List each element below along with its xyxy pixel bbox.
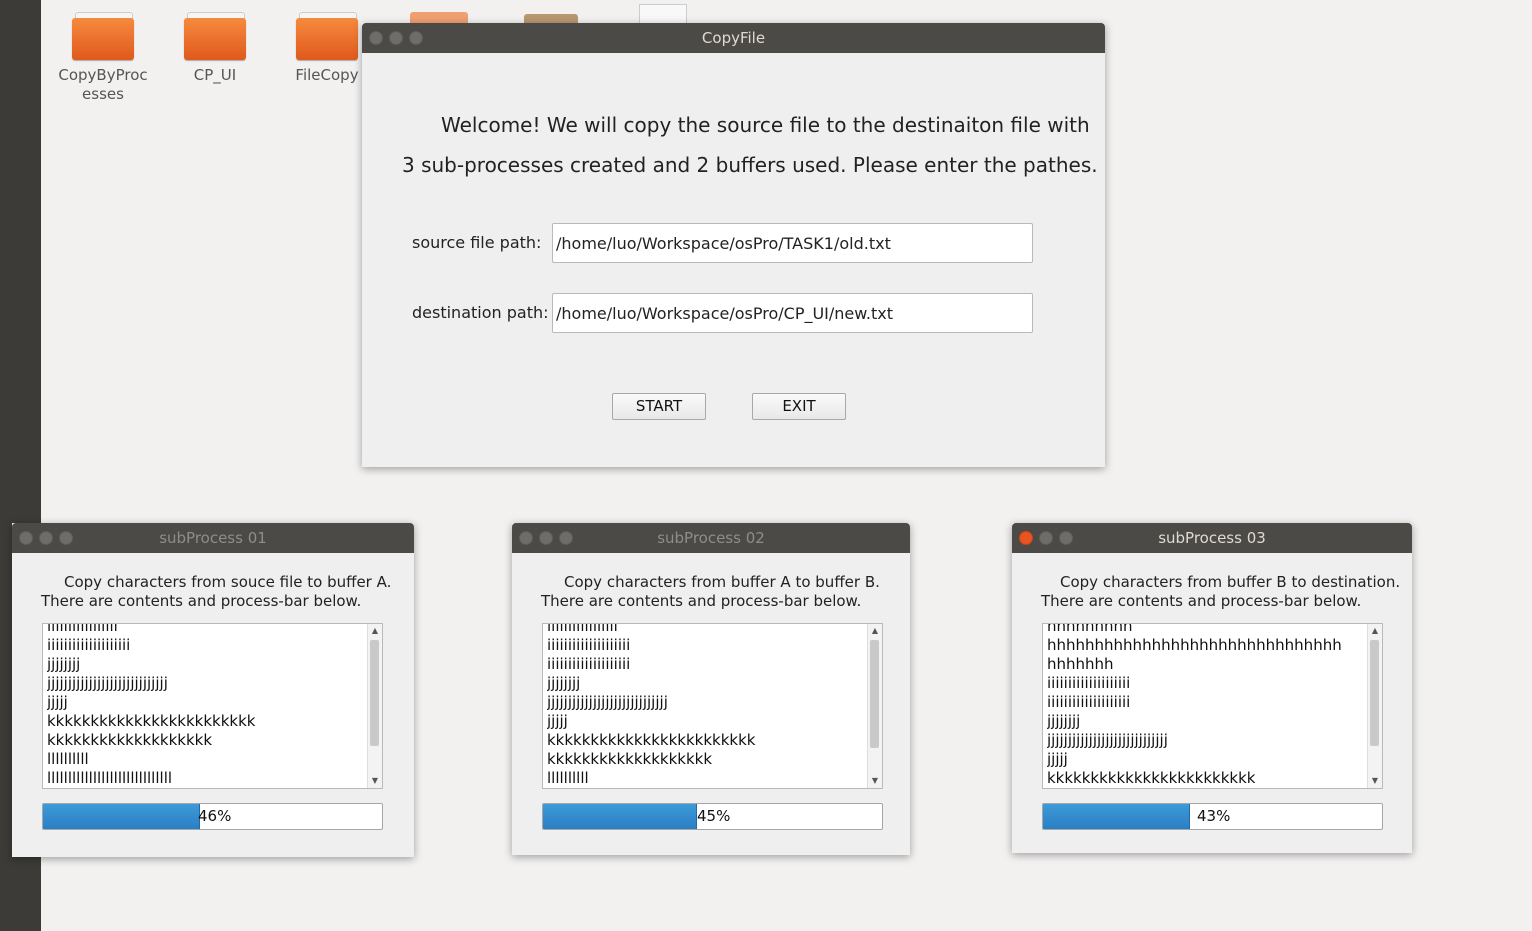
content-line: llllllllll (547, 769, 589, 787)
content-line: jjjjj (47, 693, 68, 711)
desktop-icon-label: CopyByProcesses (58, 66, 148, 103)
content-line: iiiiiiiiiiiiiiiiiiii (1047, 693, 1131, 711)
scroll-up-icon[interactable]: ▲ (368, 624, 382, 638)
desktop-icon-label: FileCopy (295, 66, 359, 84)
content-line: jjjjj (1047, 750, 1068, 768)
vertical-scrollbar[interactable]: ▲ ▼ (867, 624, 882, 788)
content-lines: iiiiiiiiiiiiiiiii iiiiiiiiiiiiiiiiiiii i… (547, 623, 866, 788)
window-title: CopyFile (701, 29, 766, 47)
exit-button[interactable]: EXIT (752, 393, 846, 420)
titlebar: subProcess 02 (512, 523, 910, 553)
scroll-down-icon[interactable]: ▼ (368, 774, 382, 788)
destination-path-label: destination path: (412, 303, 549, 322)
content-line: iiiiiiiiiiiiiiiii (47, 623, 118, 635)
content-line: iiiiiiiiiiiiiiiiiiii (547, 636, 631, 654)
progress-percent: 43% (1197, 807, 1231, 825)
progress-percent: 45% (697, 807, 731, 825)
copyfile-window: CopyFile Welcome! We will copy the sourc… (362, 23, 1105, 467)
content-line: jjjjjjjjjjjjjjjjjjjjjjjjjjjjj (1047, 731, 1168, 749)
content-line: jjjjjjjj (47, 655, 81, 673)
progress-bar: 46% (42, 803, 383, 830)
folder-icon (72, 12, 134, 62)
content-line: kkkkkkkkkkkkkkkkkkkkkkkk (1047, 769, 1256, 787)
desktop-folder-copybyprocesses[interactable]: CopyByProcesses (55, 12, 151, 104)
description-line-2: There are contents and process-bar below… (541, 592, 862, 610)
content-line: llllllllllllllllllllllllllllll (47, 769, 173, 787)
content-textarea[interactable]: hhhhhhhhh hhhhhhhhhhhhhhhhhhhhhhhhhhhhhh… (1042, 623, 1383, 789)
start-button[interactable]: START (612, 393, 706, 420)
window-title: subProcess 01 (159, 529, 267, 547)
welcome-line-2: 3 sub-processes created and 2 buffers us… (402, 153, 1098, 177)
content-line: kkkkkkkkkkkkkkkkkkk (47, 731, 213, 749)
titlebar: CopyFile (362, 23, 1105, 53)
destination-path-input[interactable] (552, 293, 1033, 333)
scroll-down-icon[interactable]: ▼ (868, 774, 882, 788)
description-line-1: Copy characters from souce file to buffe… (64, 573, 392, 591)
content-line: iiiiiiiiiiiiiiiii (547, 623, 618, 635)
content-line: kkkkkkkkkkkkkkkkkkkkkkkk (47, 712, 256, 730)
content-line: kkkkkkkkkkkkkkkkkkk (547, 750, 713, 768)
content-line: hhhhhhh (1047, 655, 1114, 673)
progress-fill (543, 804, 697, 829)
progress-fill (1043, 804, 1190, 829)
content-line: jjjjjjjjjjjjjjjjjjjjjjjjjjjjj (47, 674, 168, 692)
progress-bar: 43% (1042, 803, 1383, 830)
content-textarea[interactable]: iiiiiiiiiiiiiiiii iiiiiiiiiiiiiiiiiiii i… (542, 623, 883, 789)
desktop-folder-filecopy[interactable]: FileCopy (279, 12, 375, 85)
welcome-line-1: Welcome! We will copy the source file to… (441, 113, 1090, 137)
description-line-2: There are contents and process-bar below… (41, 592, 362, 610)
content-line: hhhhhhhhhhhhhhhhhhhhhhhhhhhhhhh (1047, 636, 1342, 654)
content-textarea[interactable]: iiiiiiiiiiiiiiiii iiiiiiiiiiiiiiiiiiii j… (42, 623, 383, 789)
progress-percent: 46% (198, 807, 232, 825)
content-line: iiiiiiiiiiiiiiiiiiii (1047, 674, 1131, 692)
vertical-scrollbar[interactable]: ▲ ▼ (367, 624, 382, 788)
description-line-1: Copy characters from buffer B to destina… (1060, 573, 1401, 591)
content-line: jjjjjjjjjjjjjjjjjjjjjjjjjjjjj (547, 693, 668, 711)
description-line-2: There are contents and process-bar below… (1041, 592, 1362, 610)
scroll-up-icon[interactable]: ▲ (1368, 624, 1382, 638)
content-line: iiiiiiiiiiiiiiiiiiii (47, 636, 131, 654)
vertical-scrollbar[interactable]: ▲ ▼ (1367, 624, 1382, 788)
content-line: jjjjjjjj (547, 674, 581, 692)
content-line: kkkkkkkkkkkkkkkkkkkkkkkk (547, 731, 756, 749)
progress-fill (43, 804, 200, 829)
content-line: jjjjjjjj (1047, 712, 1081, 730)
folder-icon (184, 12, 246, 62)
titlebar: subProcess 01 (12, 523, 414, 553)
subprocess-01-window: subProcess 01 Copy characters from souce… (12, 523, 414, 857)
scrollbar-thumb[interactable] (870, 640, 879, 748)
subprocess-02-window: subProcess 02 Copy characters from buffe… (512, 523, 910, 855)
source-path-input[interactable] (552, 223, 1033, 263)
description-line-1: Copy characters from buffer A to buffer … (564, 573, 880, 591)
source-path-label: source file path: (412, 233, 542, 252)
document-icon[interactable] (639, 4, 687, 25)
scroll-up-icon[interactable]: ▲ (868, 624, 882, 638)
desktop-icon-label: CP_UI (193, 66, 237, 84)
content-line: jjjjj (547, 712, 568, 730)
content-line: llllllllll (47, 750, 89, 768)
subprocess-03-window: subProcess 03 Copy characters from buffe… (1012, 523, 1412, 853)
content-line: hhhhhhhhh (1047, 623, 1133, 635)
scroll-down-icon[interactable]: ▼ (1368, 774, 1382, 788)
titlebar: subProcess 03 (1012, 523, 1412, 553)
window-title: subProcess 02 (657, 529, 765, 547)
scrollbar-thumb[interactable] (1370, 640, 1379, 746)
window-title: subProcess 03 (1158, 529, 1266, 547)
content-lines: hhhhhhhhh hhhhhhhhhhhhhhhhhhhhhhhhhhhhhh… (1047, 623, 1366, 788)
progress-bar: 45% (542, 803, 883, 830)
folder-icon (296, 12, 358, 62)
content-lines: iiiiiiiiiiiiiiiii iiiiiiiiiiiiiiiiiiii j… (47, 623, 366, 788)
desktop-folder-cp-ui[interactable]: CP_UI (167, 12, 263, 85)
scrollbar-thumb[interactable] (370, 640, 379, 746)
content-line: iiiiiiiiiiiiiiiiiiii (547, 655, 631, 673)
